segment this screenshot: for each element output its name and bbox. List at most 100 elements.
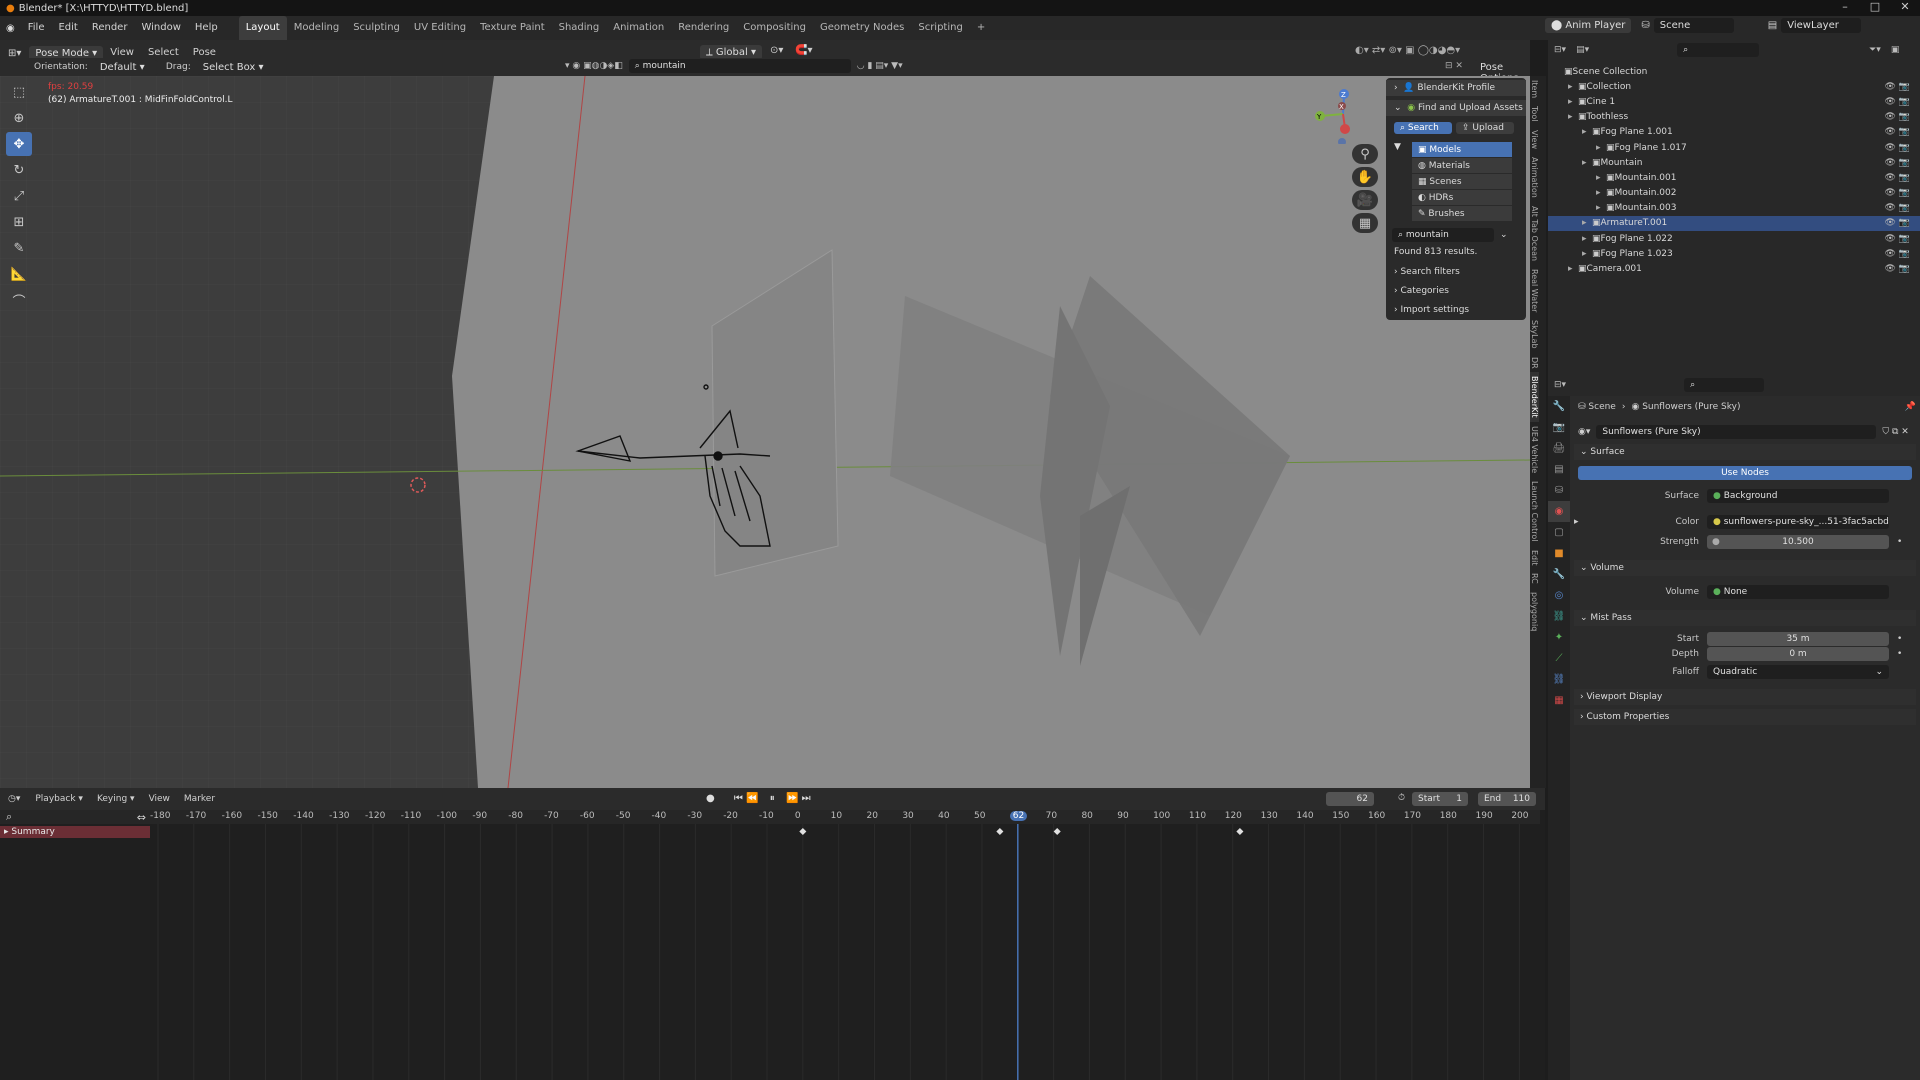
zoom-icon[interactable]: ⚲ [1352,144,1378,164]
world-tab-icon[interactable]: ◉ [1548,501,1570,522]
menu-keying[interactable]: Keying ▾ [90,787,142,811]
keyframe-dot-icon[interactable]: • [1897,537,1902,547]
keyframe-dot-icon[interactable]: • [1897,649,1902,659]
asset-type-materials[interactable]: ◍ Materials [1412,158,1512,173]
visibility-eye-icon[interactable]: 👁 📷 [1885,112,1911,122]
expand-arrow-icon[interactable]: ▸ [1582,249,1592,259]
timeline-area[interactable]: ⌕ ⇔ ▸ Summary -180 -170 -160 -150 -140 -130 -1… [0,810,1545,1080]
bk-search-filters[interactable]: › Search filters [1386,264,1526,280]
bk-find-upload-row[interactable]: ⌄ ◉ Find and Upload Assets [1386,100,1526,116]
world-icon[interactable]: ◉▾ [1578,427,1590,437]
cursor-tool-icon[interactable]: ⊕ [6,106,32,130]
search-icon[interactable]: ⌕ [6,810,12,824]
prev-keyframe-icon[interactable]: ⏪ [746,793,758,804]
navigation-gizmo[interactable]: Z Y X [1308,84,1368,144]
sidebar-tab-rc[interactable]: RC [1530,569,1539,588]
use-nodes-button[interactable]: Use Nodes [1578,466,1912,480]
pose-tool-icon[interactable]: ⌒ [6,288,32,312]
filter-icon[interactable]: ⏷▾ [1869,45,1881,55]
expand-arrow-icon[interactable]: ▸ [1596,188,1606,198]
anim-player-button[interactable]: ⬤ Anim Player [1545,18,1632,33]
bk-query-input[interactable]: ⌕ mountain [1392,228,1494,242]
physics-tab-icon[interactable]: ◎ [1548,585,1570,606]
menu-render[interactable]: Render [85,16,135,40]
visibility-eye-icon[interactable]: 👁 📷 [1885,249,1911,259]
outliner-row[interactable]: ▸ ▣ Fog Plane 1.017 👁 📷 [1548,140,1920,155]
world-name-field[interactable]: Sunflowers (Pure Sky) [1596,425,1877,439]
outliner-row[interactable]: ▸ ▣ Fog Plane 1.023 👁 📷 [1548,246,1920,261]
tab-compositing[interactable]: Compositing [736,16,813,40]
expand-arrow-icon[interactable]: ▸ [1582,218,1592,228]
snap-icon[interactable]: 🧲▾ [795,45,812,56]
expand-arrow-icon[interactable]: ▸ [1582,234,1592,244]
sidebar-tab-edit[interactable]: Edit [1530,546,1539,570]
expand-arrow-icon[interactable]: ▸ [1582,127,1592,137]
editor-type-icon[interactable]: ⊞▾ [0,48,29,59]
expand-arrow-icon[interactable]: ▸ [1568,97,1578,107]
asset-search-input[interactable]: ⌕ mountain [628,59,851,73]
editor-type-icon[interactable]: ⊟▾ [1554,380,1566,390]
expand-arrow-icon[interactable]: ▸ [1596,143,1606,153]
outliner-row[interactable]: ▸ ▣ Toothless 👁 📷 [1548,110,1920,125]
expand-arrow-icon[interactable]: ▸ [1568,82,1578,92]
sidebar-tab-dr[interactable]: DR [1530,353,1539,373]
outliner-row[interactable]: ▸ ▣ Cine 1 👁 📷 [1548,94,1920,109]
camera-view-icon[interactable]: 🎥 [1352,190,1378,210]
expand-arrow-icon[interactable]: ▸ [1574,517,1588,527]
bk-profile-row[interactable]: › 👤 BlenderKit Profile [1386,80,1526,96]
texture-tab-icon[interactable]: ▦ [1548,690,1570,711]
expand-arrow-icon[interactable]: ▸ [1568,264,1578,274]
tab-rendering[interactable]: Rendering [671,16,736,40]
sidebar-tab-alt-tab-ocean[interactable]: Alt Tab Ocean [1530,202,1539,265]
menu-playback[interactable]: Playback ▾ [28,787,90,811]
expand-arrow-icon[interactable]: ▸ [1596,173,1606,183]
drag-selector[interactable]: Select Box ▾ [196,59,270,75]
view-layer-tab-icon[interactable]: ▤ [1548,459,1570,480]
summary-channel[interactable]: ▸ Summary [0,826,150,838]
visibility-eye-icon[interactable]: 👁 📷 [1885,264,1911,274]
filter-type-icons[interactable]: ▾ ◉ ▣◍◑◈◧ [565,61,623,71]
menu-file[interactable]: File [21,16,52,40]
transform-tool-icon[interactable]: ⊞ [6,210,32,234]
sidebar-tab-ue4-vehicle[interactable]: UE4 Vehicle [1530,422,1539,477]
outliner-row[interactable]: ▸ ▣ Mountain.002 👁 📷 [1548,186,1920,201]
tab-geometry-nodes[interactable]: Geometry Nodes [813,16,911,40]
outliner-row[interactable]: ▸ ▣ Mountain.001 👁 📷 [1548,170,1920,185]
sidebar-tab-polygoniq[interactable]: polygoniq [1530,588,1539,635]
tab-scripting[interactable]: Scripting [911,16,969,40]
scale-tool-icon[interactable]: ⤢ [6,184,32,208]
visibility-eye-icon[interactable]: 👁 📷 [1885,203,1911,213]
keyframe-dot-icon[interactable]: • [1897,634,1902,644]
output-tab-icon[interactable]: 🖨 [1548,438,1570,459]
measure-tool-icon[interactable]: 📐 [6,262,32,286]
menu-view[interactable]: View [142,787,177,811]
outliner-row[interactable]: ▸ ▣ Mountain.003 👁 📷 [1548,201,1920,216]
mist-falloff-select[interactable]: Quadratic ⌄ [1707,665,1889,679]
volume-field[interactable]: ● None [1707,585,1889,599]
search-options-icons[interactable]: ◡ ▮ ▤▾ ▼▾ [857,61,903,71]
select-tool-icon[interactable]: ⬚ [6,80,32,104]
pan-hand-icon[interactable]: ✋ [1352,167,1378,187]
scene-selector[interactable]: Scene [1653,18,1734,33]
menu-marker[interactable]: Marker [177,787,222,811]
record-icon[interactable]: ● [706,793,715,804]
jump-start-icon[interactable]: ⏮ [734,793,743,804]
visibility-eye-icon[interactable]: 👁 📷 [1885,97,1911,107]
visibility-eye-icon[interactable]: 👁 📷 [1885,234,1911,244]
tab-texture-paint[interactable]: Texture Paint [473,16,552,40]
end-frame-field[interactable]: End 110 [1478,792,1536,806]
outliner-row[interactable]: ▸ ▣ Camera.001 👁 📷 [1548,261,1920,276]
menu-edit[interactable]: Edit [51,16,84,40]
collapse-triangle-icon[interactable]: ▼ [1394,142,1412,152]
add-workspace-icon[interactable]: + [970,16,992,40]
sidebar-tab-tool[interactable]: Tool [1530,102,1539,126]
editor-type-icon[interactable]: ⊟▾ [1554,45,1566,55]
timeline-ruler[interactable]: -180 -170 -160 -150 -140 -130 -120 -110 -100 -90-… [150,810,1540,824]
asset-type-models[interactable]: ▣ Models [1412,142,1512,157]
minimize-icon[interactable]: – [1830,0,1860,16]
jump-end-icon[interactable]: ⏭ [802,793,811,804]
bk-upload-button[interactable]: ⇪ Upload [1456,122,1514,134]
render-tab-icon[interactable]: 📷 [1548,417,1570,438]
swap-icon[interactable]: ⇔ [137,811,146,824]
sidebar-tab-launch-control[interactable]: Launch Control [1530,477,1539,545]
